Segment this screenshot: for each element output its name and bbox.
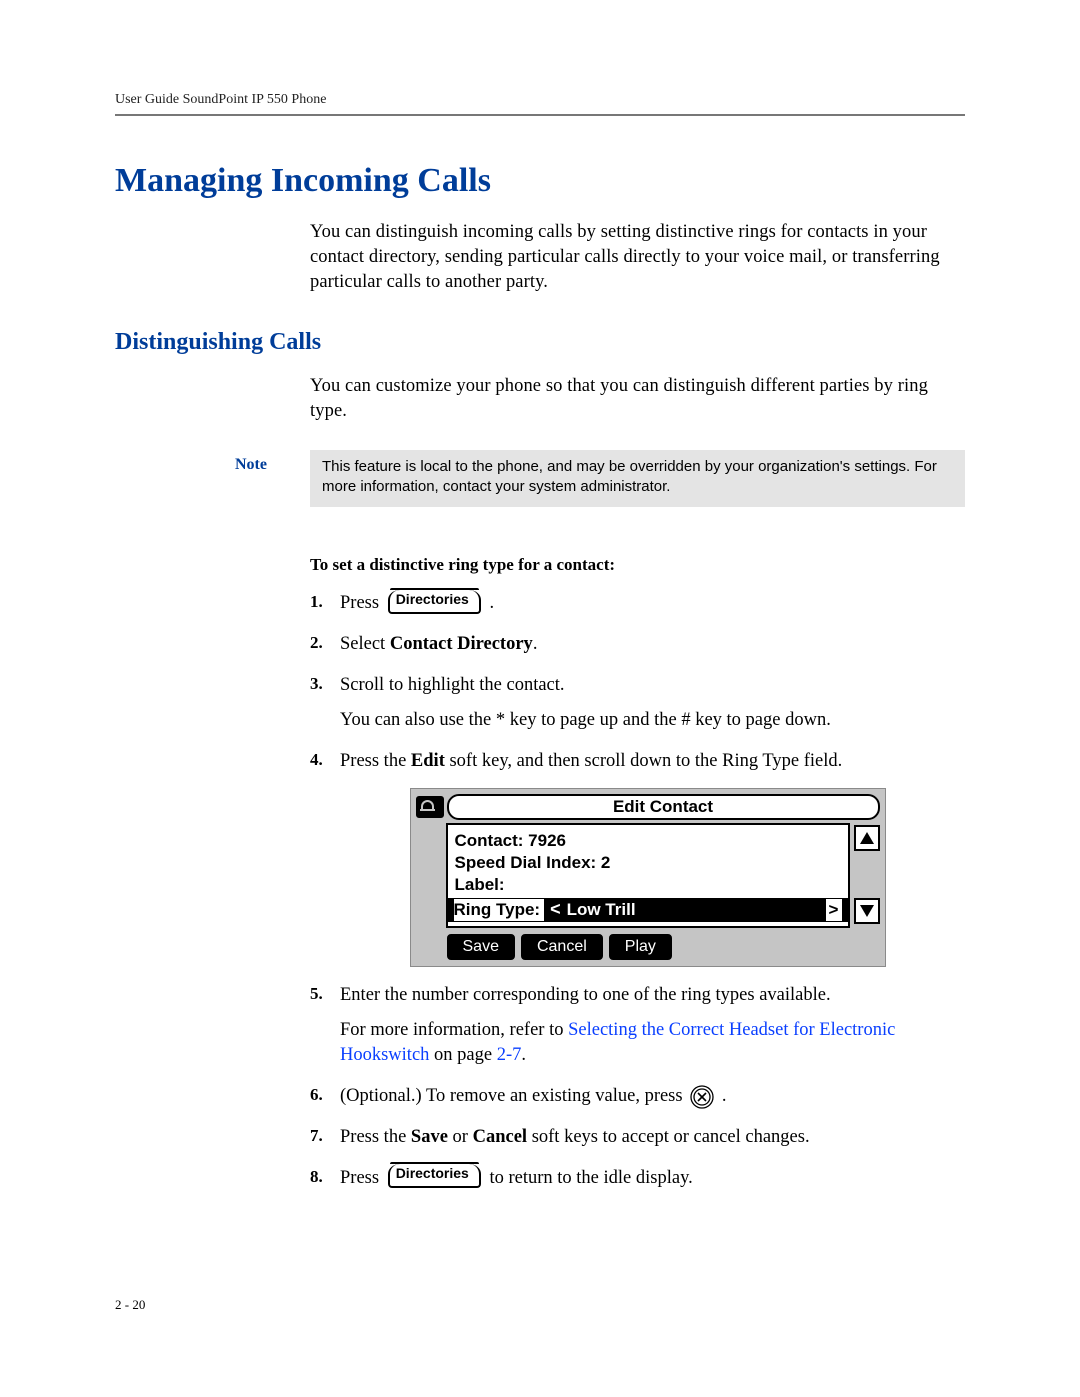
lcd-left-indicator-col — [416, 823, 442, 928]
step-2-bold: Contact Directory — [390, 634, 533, 654]
step-7-save-bold: Save — [411, 1127, 448, 1147]
directories-key-icon: Directories — [388, 590, 481, 614]
step-6-text-b: . — [722, 1086, 727, 1106]
step-5-sub-c: . — [521, 1045, 526, 1065]
step-8: Press Directories to return to the idle … — [310, 1166, 955, 1191]
note-label: Note — [235, 456, 310, 474]
lcd-scroll-col — [854, 823, 880, 928]
procedure-title: To set a distinctive ring type for a con… — [310, 555, 955, 575]
step-7-c: soft keys to accept or cancel changes. — [527, 1127, 810, 1147]
lcd-contact-line: Contact: 7926 — [455, 830, 841, 852]
chevron-left-icon: < — [550, 898, 561, 921]
step-5-sub-b: on page — [429, 1045, 496, 1065]
lcd-speed-dial-line: Speed Dial Index: 2 — [455, 852, 841, 874]
step-5: Enter the number corresponding to one of… — [310, 983, 955, 1068]
heading-managing-incoming-calls: Managing Incoming Calls — [115, 162, 965, 200]
heading-distinguishing-calls: Distinguishing Calls — [115, 329, 965, 356]
lcd-main: Contact: 7926 Speed Dial Index: 2 Label:… — [411, 820, 885, 928]
intro-paragraph: You can distinguish incoming calls by se… — [310, 220, 955, 295]
page-number: 2 - 20 — [115, 1297, 145, 1313]
step-7-mid: or — [448, 1127, 473, 1147]
directories-key-icon: Directories — [388, 1164, 481, 1188]
page: User Guide SoundPoint IP 550 Phone Manag… — [0, 0, 1080, 1397]
softkey-cancel: Cancel — [521, 934, 603, 960]
intro-block: You can distinguish incoming calls by se… — [310, 220, 955, 295]
step-6: (Optional.) To remove an existing value,… — [310, 1084, 955, 1109]
step-2-text-a: Select — [340, 634, 390, 654]
lcd-softkeys: Save Cancel Play — [411, 928, 885, 966]
step-4: Press the Edit soft key, and then scroll… — [310, 749, 955, 967]
step-7-a: Press the — [340, 1127, 411, 1147]
step-1: Press Directories . — [310, 591, 955, 616]
h2-block: You can customize your phone so that you… — [310, 374, 955, 424]
header-rule — [115, 114, 965, 116]
step-8-a: Press — [340, 1168, 384, 1188]
softkey-play: Play — [609, 934, 672, 960]
lcd-content: Contact: 7926 Speed Dial Index: 2 Label:… — [446, 823, 850, 928]
step-3-sub: You can also use the * key to page up an… — [340, 708, 955, 733]
lcd-ring-row: Ring Type: < Low Trill > — [448, 898, 848, 921]
note-row: Note This feature is local to the phone,… — [115, 450, 965, 508]
procedure-block: To set a distinctive ring type for a con… — [310, 555, 955, 1190]
bell-icon — [416, 796, 444, 818]
step-5-sub: For more information, refer to Selecting… — [340, 1018, 955, 1068]
step-2-text-b: . — [533, 634, 538, 654]
page-ref-link[interactable]: 2-7 — [497, 1045, 522, 1065]
step-4-text-a: Press the — [340, 751, 411, 771]
step-4-bold: Edit — [411, 751, 445, 771]
step-8-b: to return to the idle display. — [489, 1168, 692, 1188]
chevron-right-icon: > — [826, 899, 842, 921]
h2-paragraph: You can customize your phone so that you… — [310, 374, 955, 424]
lcd-title-row: Edit Contact — [411, 789, 885, 820]
lcd-label-line: Label: — [455, 874, 841, 896]
softkey-save: Save — [447, 934, 515, 960]
step-7: Press the Save or Cancel soft keys to ac… — [310, 1125, 955, 1150]
x-circle-icon — [690, 1085, 714, 1109]
lcd-figure: Edit Contact Contact: 7926 Speed Dial In… — [410, 788, 886, 967]
lcd-ring-value: Low Trill — [567, 899, 636, 921]
note-box: This feature is local to the phone, and … — [310, 450, 965, 508]
step-6-text-a: (Optional.) To remove an existing value,… — [340, 1086, 687, 1106]
running-header: User Guide SoundPoint IP 550 Phone — [115, 92, 965, 108]
lcd-ring-prefix: Ring Type: — [454, 899, 545, 921]
step-2: Select Contact Directory. — [310, 632, 955, 657]
step-4-text-b: soft key, and then scroll down to the Ri… — [445, 751, 842, 771]
step-5-sub-a: For more information, refer to — [340, 1020, 568, 1040]
step-1-text-b: . — [489, 593, 494, 613]
lcd-title: Edit Contact — [447, 794, 880, 820]
step-5-text: Enter the number corresponding to one of… — [340, 985, 831, 1005]
step-7-cancel-bold: Cancel — [473, 1127, 527, 1147]
steps-list: Press Directories . Select Contact Direc… — [310, 591, 955, 1190]
step-1-text-a: Press — [340, 593, 384, 613]
step-3: Scroll to highlight the contact. You can… — [310, 673, 955, 733]
step-3-text: Scroll to highlight the contact. — [340, 675, 565, 695]
scroll-up-icon — [854, 825, 880, 851]
scroll-down-icon — [854, 898, 880, 924]
